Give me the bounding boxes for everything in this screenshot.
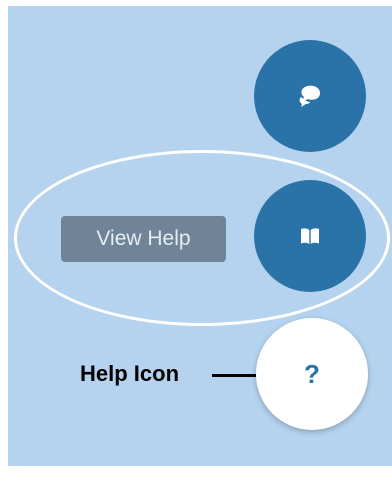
screenshot-canvas: View Help Help Icon ? — [0, 0, 392, 482]
chat-button[interactable] — [254, 40, 366, 152]
chat-bubble-icon — [299, 85, 320, 107]
book-icon — [301, 228, 319, 244]
view-help-button[interactable] — [254, 180, 366, 292]
view-help-tooltip: View Help — [61, 216, 226, 262]
help-icon-callout-label: Help Icon — [80, 361, 180, 386]
callout-line — [212, 374, 258, 377]
question-mark-icon: ? — [304, 358, 320, 389]
help-button[interactable]: ? — [256, 318, 368, 430]
